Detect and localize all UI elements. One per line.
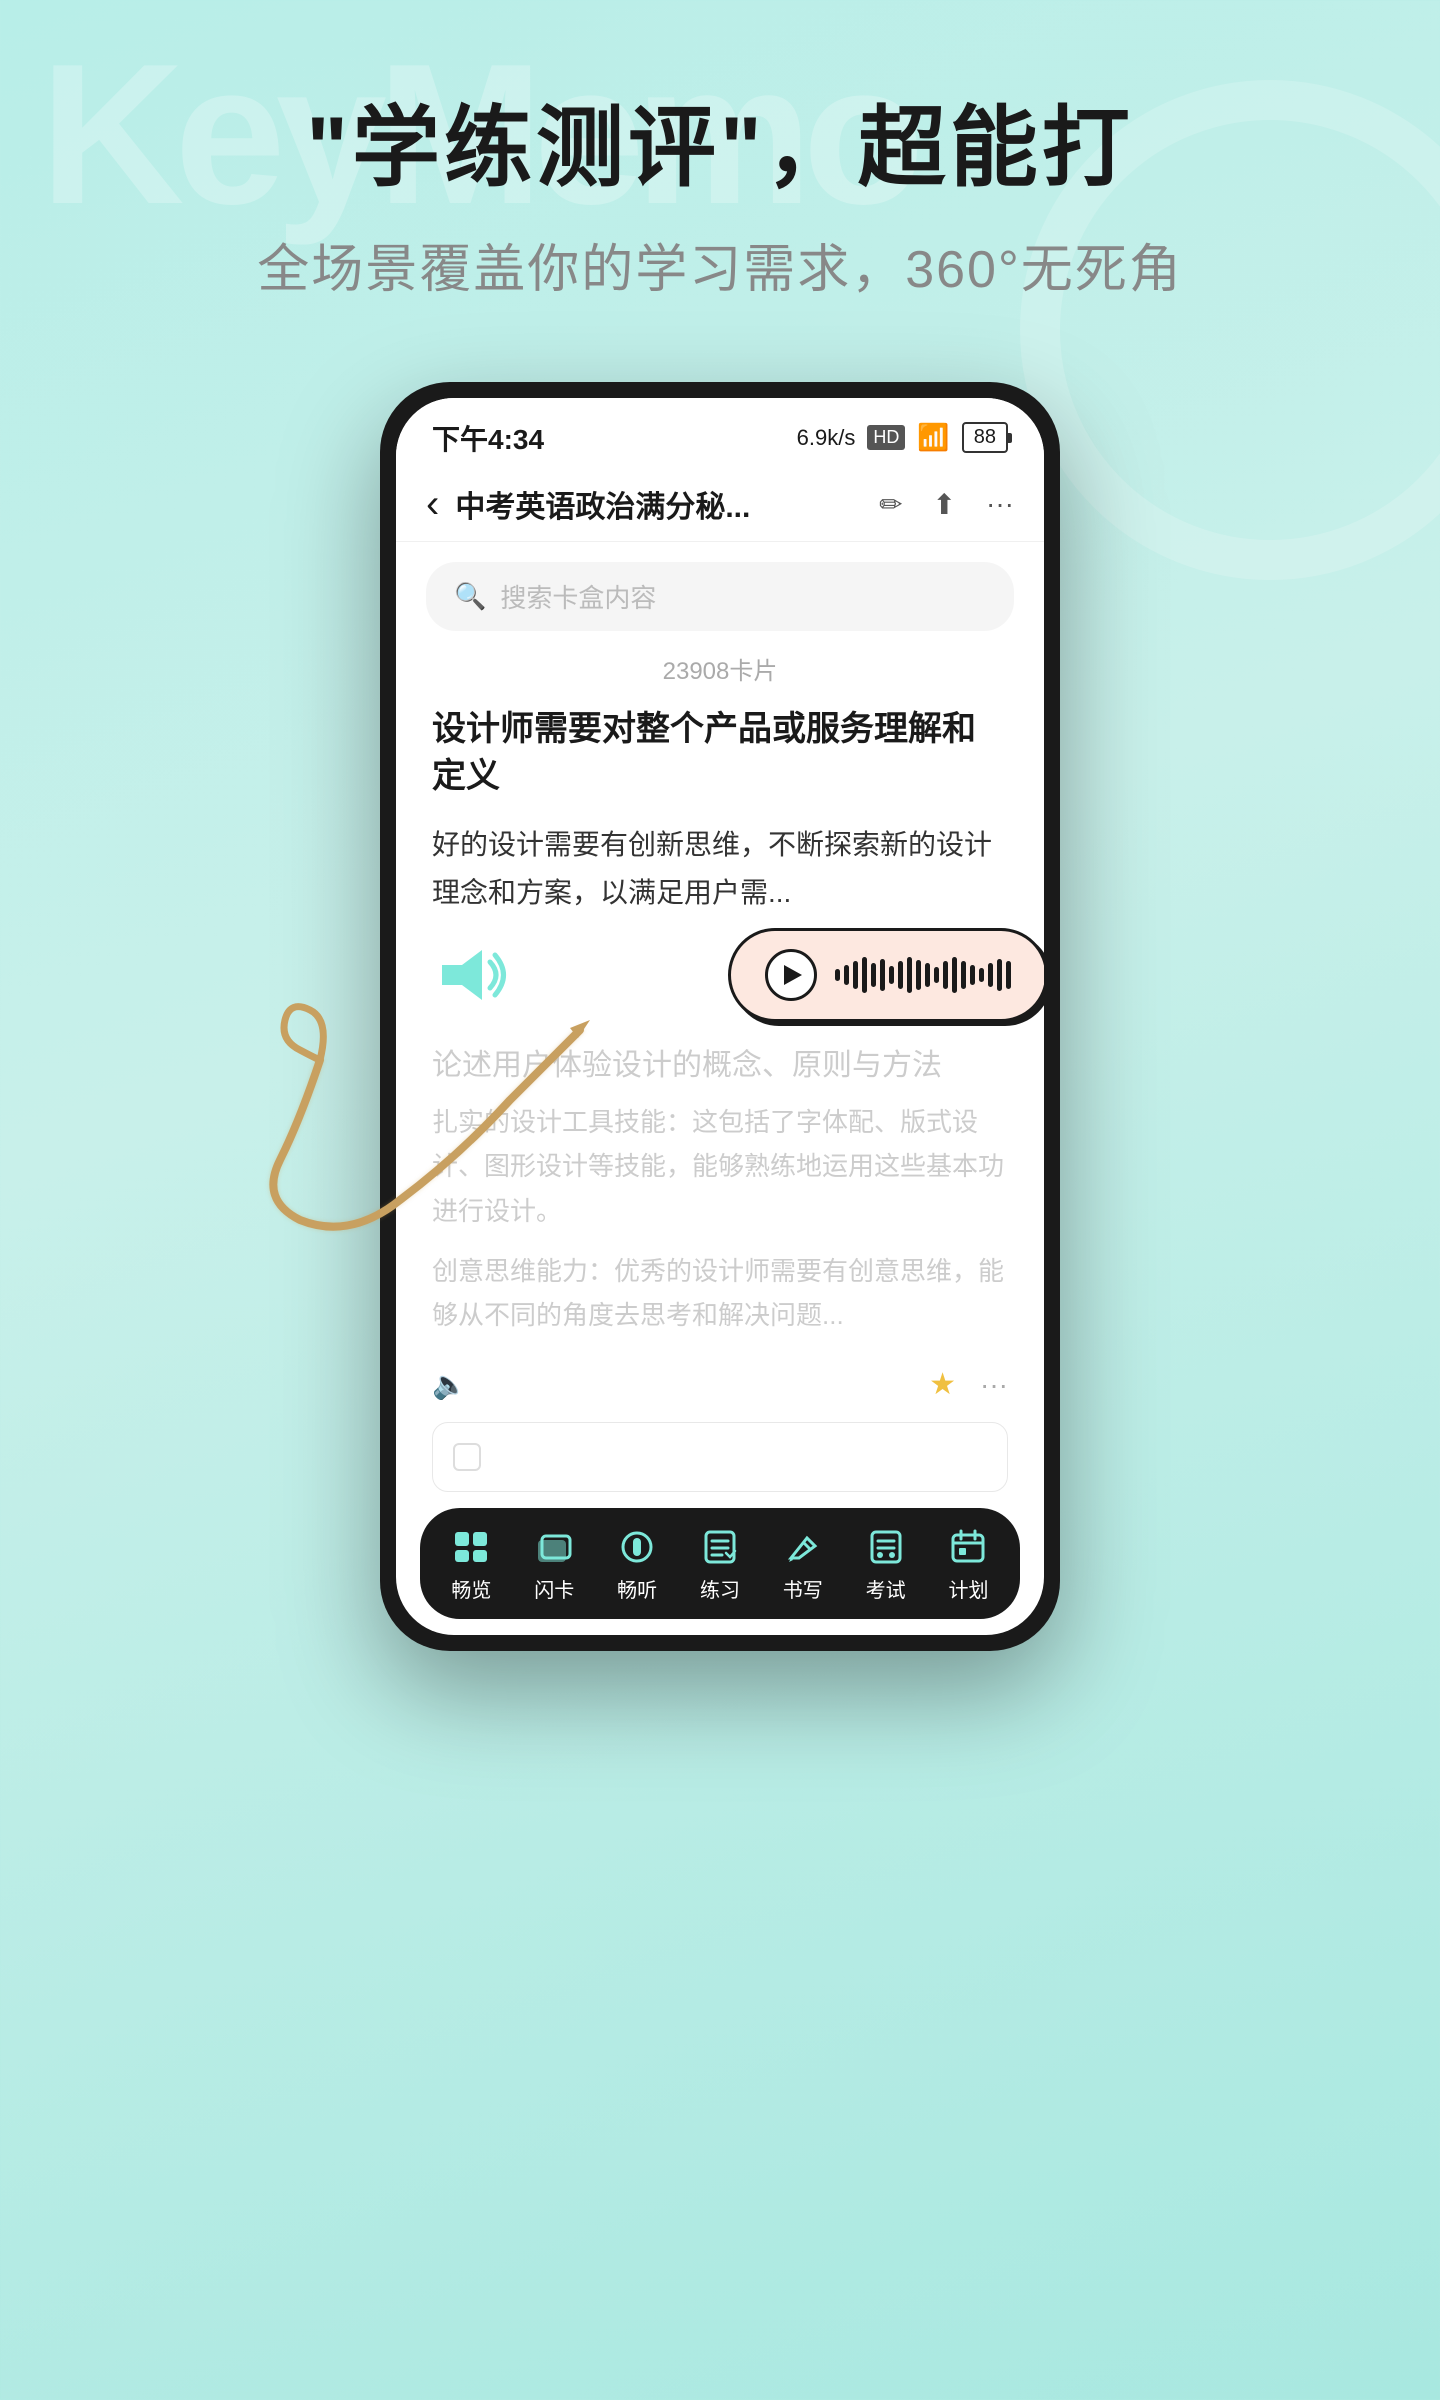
footer-speaker-icon[interactable]: 🔈 (432, 1368, 467, 1401)
back-button[interactable]: ‹ (426, 482, 439, 527)
nav-item-exam[interactable]: 考试 (866, 1528, 906, 1603)
phone-container: 下午4:34 6.9k/s HD 📶 88 ‹ 中考英语政治满分秘... ✏ (0, 382, 1440, 1651)
flashcard-icon (534, 1528, 574, 1566)
nav-title: 中考英语政治满分秘... (455, 482, 879, 526)
status-bar: 下午4:34 6.9k/s HD 📶 88 (396, 398, 1044, 468)
card-title: 设计师需要对整个产品或服务理解和定义 (432, 706, 1008, 801)
star-icon[interactable]: ★ (929, 1367, 956, 1402)
header-section: "学练测评"，超能打 全场景覆盖你的学习需求，360°无死角 (0, 0, 1440, 302)
listen-icon (617, 1528, 657, 1566)
wave-bar (934, 967, 939, 983)
footer-icons: ★ ··· (929, 1367, 1008, 1402)
wave-bar (961, 961, 966, 989)
nav-label-flashcard: 闪卡 (534, 1574, 574, 1603)
nav-label-write: 书写 (783, 1574, 823, 1603)
card-body: 好的设计需要有创新思维，不断探索新的设计理念和方案，以满足用户需... (432, 821, 1008, 916)
blurred-section: 论述用户体验设计的概念、原则与方法 扎实的设计工具技能：这包括了字体配、版式设计… (396, 1040, 1044, 1337)
audio-player[interactable] (728, 928, 1044, 1022)
blurred-title: 论述用户体验设计的概念、原则与方法 (432, 1040, 1008, 1084)
status-right: 6.9k/s HD 📶 88 (797, 422, 1008, 453)
wave-bar (979, 968, 984, 982)
nav-label-listen: 畅听 (617, 1574, 657, 1603)
play-button[interactable] (765, 949, 817, 1001)
wave-bar (916, 960, 921, 990)
audio-row (432, 940, 1008, 1010)
nav-item-browse[interactable]: 畅览 (451, 1528, 491, 1603)
search-bar[interactable]: 🔍 搜索卡盒内容 (426, 562, 1014, 631)
wave-bar (844, 965, 849, 985)
nav-label-plan: 计划 (948, 1574, 988, 1603)
phone-inner: 下午4:34 6.9k/s HD 📶 88 ‹ 中考英语政治满分秘... ✏ (396, 398, 1044, 1635)
exam-icon (866, 1528, 906, 1566)
next-card-preview (432, 1422, 1008, 1492)
wave-bar (862, 957, 867, 993)
blurred-body1: 扎实的设计工具技能：这包括了字体配、版式设计、图形设计等技能，能够熟练地运用这些… (432, 1100, 1008, 1233)
search-placeholder-text: 搜索卡盒内容 (500, 578, 656, 615)
write-icon (783, 1528, 823, 1566)
status-speed: 6.9k/s (797, 425, 856, 451)
waveform (835, 957, 1011, 993)
wave-bar (997, 959, 1002, 991)
wave-bar (943, 961, 948, 989)
wave-bar (970, 965, 975, 985)
card-footer: 🔈 ★ ··· (396, 1347, 1044, 1422)
nav-item-practice[interactable]: 练习 (700, 1528, 740, 1603)
nav-bar: ‹ 中考英语政治满分秘... ✏ ⬆ ··· (396, 468, 1044, 542)
play-triangle-icon (784, 965, 802, 985)
wave-bar (889, 966, 894, 984)
wave-bar (988, 963, 993, 987)
wave-bar (952, 957, 957, 993)
phone-outer: 下午4:34 6.9k/s HD 📶 88 ‹ 中考英语政治满分秘... ✏ (380, 382, 1060, 1651)
nav-item-listen[interactable]: 畅听 (617, 1528, 657, 1603)
bottom-nav: 畅览 闪卡 畅听 (420, 1508, 1020, 1619)
wave-bar (898, 961, 903, 989)
card-content: 设计师需要对整个产品或服务理解和定义 好的设计需要有创新思维，不断探索新的设计理… (396, 706, 1044, 1010)
battery-tip (1007, 433, 1012, 443)
wave-bar (925, 963, 930, 987)
nav-label-exam: 考试 (866, 1574, 906, 1603)
nav-label-browse: 畅览 (451, 1574, 491, 1603)
nav-item-flashcard[interactable]: 闪卡 (534, 1528, 574, 1603)
wave-bar (871, 963, 876, 987)
wave-bar (853, 961, 858, 989)
main-title: "学练测评"，超能打 (0, 100, 1440, 197)
search-icon: 🔍 (454, 581, 486, 612)
nav-item-plan[interactable]: 计划 (948, 1528, 988, 1603)
practice-icon (700, 1528, 740, 1566)
nav-item-write[interactable]: 书写 (783, 1528, 823, 1603)
plan-icon (948, 1528, 988, 1566)
speaker-icon[interactable] (432, 940, 512, 1010)
next-card-checkbox[interactable] (453, 1443, 481, 1471)
status-time: 下午4:34 (432, 418, 544, 458)
signal-icon: 📶 (917, 422, 949, 453)
wave-bar (835, 969, 840, 981)
wave-bar (1006, 961, 1011, 989)
wave-bar (880, 959, 885, 991)
hd-badge: HD (867, 425, 905, 450)
card-count: 23908卡片 (396, 651, 1044, 686)
nav-icons: ✏ ⬆ ··· (879, 488, 1014, 521)
wave-bar (907, 957, 912, 993)
more-options-icon[interactable]: ··· (980, 1369, 1008, 1401)
edit-icon[interactable]: ✏ (879, 488, 902, 521)
share-icon[interactable]: ⬆ (933, 488, 956, 521)
nav-label-practice: 练习 (700, 1574, 740, 1603)
blurred-body2: 创意思维能力：优秀的设计师需要有创意思维，能够从不同的角度去思考和解决问题... (432, 1249, 1008, 1337)
battery-status: 88 (962, 422, 1008, 453)
more-icon[interactable]: ··· (986, 488, 1014, 521)
browse-icon (451, 1528, 491, 1566)
sub-title: 全场景覆盖你的学习需求，360°无死角 (0, 227, 1440, 302)
